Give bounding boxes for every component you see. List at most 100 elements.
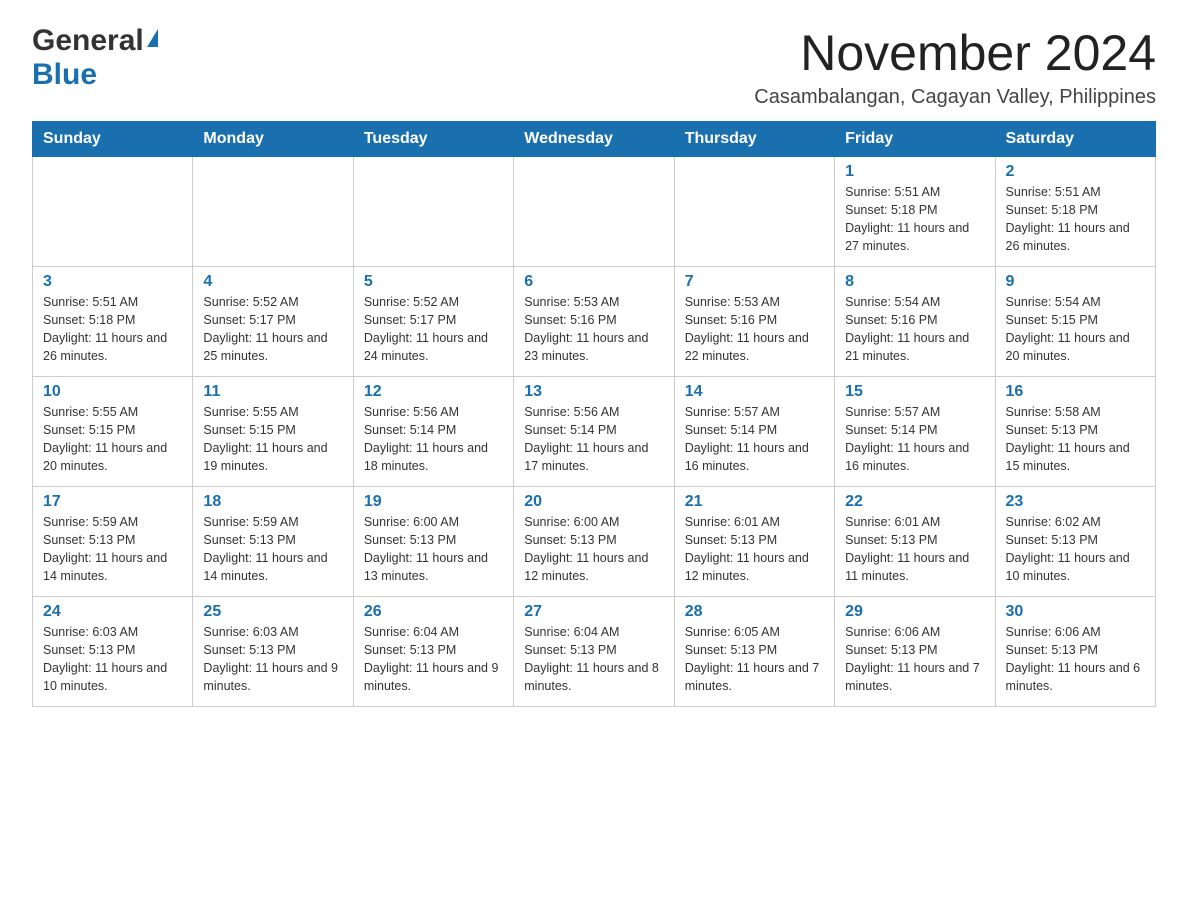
calendar-day-header: Sunday	[33, 122, 193, 157]
calendar-cell: 17 Sunrise: 5:59 AM Sunset: 5:13 PM Dayli…	[33, 487, 193, 597]
day-number: 10	[43, 383, 182, 401]
calendar-cell: 18Sunrise: 5:59 AM Sunset: 5:13 PM Dayli…	[193, 487, 353, 597]
day-number: 13	[524, 383, 663, 401]
day-info: Sunrise: 6:06 AM Sunset: 5:13 PM Dayligh…	[845, 623, 984, 696]
day-info: Sunrise: 5:54 AM Sunset: 5:15 PM Dayligh…	[1006, 293, 1145, 366]
calendar-day-header: Tuesday	[353, 122, 513, 157]
day-number: 2	[1006, 163, 1145, 181]
calendar-cell	[514, 157, 674, 267]
calendar-week-row: 17 Sunrise: 5:59 AM Sunset: 5:13 PM Dayli…	[33, 487, 1156, 597]
calendar-week-row: 10 Sunrise: 5:55 AM Sunset: 5:15 PM Dayli…	[33, 377, 1156, 487]
day-number: 11	[203, 383, 342, 401]
calendar-cell: 30 Sunrise: 6:06 AM Sunset: 5:13 PM Dayli…	[995, 597, 1155, 707]
calendar-cell: 7 Sunrise: 5:53 AM Sunset: 5:16 PM Daylig…	[674, 267, 834, 377]
day-number: 15	[845, 383, 984, 401]
calendar-cell: 26 Sunrise: 6:04 AM Sunset: 5:13 PM Dayli…	[353, 597, 513, 707]
day-info: Sunrise: 6:04 AM Sunset: 5:13 PM Dayligh…	[364, 623, 503, 696]
day-number: 19	[364, 493, 503, 511]
day-info: Sunrise: 5:58 AM Sunset: 5:13 PM Dayligh…	[1006, 403, 1145, 476]
calendar-week-row: 3 Sunrise: 5:51 AM Sunset: 5:18 PM Daylig…	[33, 267, 1156, 377]
day-number: 28	[685, 603, 824, 621]
calendar-cell: 21 Sunrise: 6:01 AM Sunset: 5:13 PM Dayli…	[674, 487, 834, 597]
calendar-week-row: 1 Sunrise: 5:51 AM Sunset: 5:18 PM Daylig…	[33, 157, 1156, 267]
month-year-title: November 2024	[754, 24, 1156, 82]
logo: General Blue	[32, 24, 158, 92]
day-info: Sunrise: 5:59 AM Sunset: 5:13 PM Dayligh…	[203, 513, 342, 586]
day-info: Sunrise: 5:54 AM Sunset: 5:16 PM Dayligh…	[845, 293, 984, 366]
calendar-day-header: Saturday	[995, 122, 1155, 157]
day-number: 9	[1006, 273, 1145, 291]
day-info: Sunrise: 6:05 AM Sunset: 5:13 PM Dayligh…	[685, 623, 824, 696]
calendar-table: SundayMondayTuesdayWednesdayThursdayFrid…	[32, 121, 1156, 707]
day-number: 20	[524, 493, 663, 511]
calendar-cell: 4 Sunrise: 5:52 AM Sunset: 5:17 PM Daylig…	[193, 267, 353, 377]
calendar-header-row: SundayMondayTuesdayWednesdayThursdayFrid…	[33, 122, 1156, 157]
calendar-cell: 5Sunrise: 5:52 AM Sunset: 5:17 PM Daylig…	[353, 267, 513, 377]
day-info: Sunrise: 5:51 AM Sunset: 5:18 PM Dayligh…	[845, 183, 984, 256]
title-block: November 2024 Casambalangan, Cagayan Val…	[754, 24, 1156, 109]
calendar-cell: 3 Sunrise: 5:51 AM Sunset: 5:18 PM Daylig…	[33, 267, 193, 377]
calendar-cell: 13 Sunrise: 5:56 AM Sunset: 5:14 PM Dayli…	[514, 377, 674, 487]
calendar-cell: 8 Sunrise: 5:54 AM Sunset: 5:16 PM Daylig…	[835, 267, 995, 377]
day-info: Sunrise: 5:52 AM Sunset: 5:17 PM Dayligh…	[364, 293, 503, 366]
calendar-cell: 6 Sunrise: 5:53 AM Sunset: 5:16 PM Daylig…	[514, 267, 674, 377]
logo-general-text: General	[32, 24, 144, 58]
day-number: 14	[685, 383, 824, 401]
day-number: 4	[203, 273, 342, 291]
day-info: Sunrise: 5:53 AM Sunset: 5:16 PM Dayligh…	[524, 293, 663, 366]
day-info: Sunrise: 6:01 AM Sunset: 5:13 PM Dayligh…	[685, 513, 824, 586]
day-info: Sunrise: 5:51 AM Sunset: 5:18 PM Dayligh…	[43, 293, 182, 366]
page-header: General Blue November 2024 Casambalangan…	[32, 24, 1156, 109]
calendar-cell: 22Sunrise: 6:01 AM Sunset: 5:13 PM Dayli…	[835, 487, 995, 597]
calendar-cell: 20 Sunrise: 6:00 AM Sunset: 5:13 PM Dayli…	[514, 487, 674, 597]
day-number: 8	[845, 273, 984, 291]
calendar-cell	[193, 157, 353, 267]
day-number: 24	[43, 603, 182, 621]
calendar-cell: 11Sunrise: 5:55 AM Sunset: 5:15 PM Dayli…	[193, 377, 353, 487]
calendar-cell: 14 Sunrise: 5:57 AM Sunset: 5:14 PM Dayli…	[674, 377, 834, 487]
day-info: Sunrise: 6:03 AM Sunset: 5:13 PM Dayligh…	[43, 623, 182, 696]
day-info: Sunrise: 5:53 AM Sunset: 5:16 PM Dayligh…	[685, 293, 824, 366]
calendar-cell: 9 Sunrise: 5:54 AM Sunset: 5:15 PM Daylig…	[995, 267, 1155, 377]
day-number: 3	[43, 273, 182, 291]
day-number: 1	[845, 163, 984, 181]
day-info: Sunrise: 6:02 AM Sunset: 5:13 PM Dayligh…	[1006, 513, 1145, 586]
day-info: Sunrise: 6:00 AM Sunset: 5:13 PM Dayligh…	[524, 513, 663, 586]
day-info: Sunrise: 6:00 AM Sunset: 5:13 PM Dayligh…	[364, 513, 503, 586]
day-number: 7	[685, 273, 824, 291]
calendar-cell	[674, 157, 834, 267]
calendar-cell: 19 Sunrise: 6:00 AM Sunset: 5:13 PM Dayli…	[353, 487, 513, 597]
day-info: Sunrise: 5:56 AM Sunset: 5:14 PM Dayligh…	[364, 403, 503, 476]
day-number: 22	[845, 493, 984, 511]
logo-triangle-icon	[147, 29, 158, 47]
day-number: 25	[203, 603, 342, 621]
day-info: Sunrise: 5:59 AM Sunset: 5:13 PM Dayligh…	[43, 513, 182, 586]
day-number: 27	[524, 603, 663, 621]
calendar-cell: 12 Sunrise: 5:56 AM Sunset: 5:14 PM Dayli…	[353, 377, 513, 487]
calendar-day-header: Monday	[193, 122, 353, 157]
day-number: 21	[685, 493, 824, 511]
day-info: Sunrise: 6:06 AM Sunset: 5:13 PM Dayligh…	[1006, 623, 1145, 696]
day-info: Sunrise: 6:04 AM Sunset: 5:13 PM Dayligh…	[524, 623, 663, 696]
day-number: 26	[364, 603, 503, 621]
day-number: 29	[845, 603, 984, 621]
day-info: Sunrise: 5:55 AM Sunset: 5:15 PM Dayligh…	[43, 403, 182, 476]
calendar-cell	[33, 157, 193, 267]
calendar-cell: 25 Sunrise: 6:03 AM Sunset: 5:13 PM Dayli…	[193, 597, 353, 707]
calendar-cell: 15Sunrise: 5:57 AM Sunset: 5:14 PM Dayli…	[835, 377, 995, 487]
day-number: 30	[1006, 603, 1145, 621]
calendar-cell: 23Sunrise: 6:02 AM Sunset: 5:13 PM Dayli…	[995, 487, 1155, 597]
day-info: Sunrise: 6:03 AM Sunset: 5:13 PM Dayligh…	[203, 623, 342, 696]
day-number: 6	[524, 273, 663, 291]
day-info: Sunrise: 5:51 AM Sunset: 5:18 PM Dayligh…	[1006, 183, 1145, 256]
day-info: Sunrise: 5:52 AM Sunset: 5:17 PM Dayligh…	[203, 293, 342, 366]
day-number: 12	[364, 383, 503, 401]
day-info: Sunrise: 5:57 AM Sunset: 5:14 PM Dayligh…	[685, 403, 824, 476]
calendar-cell: 27 Sunrise: 6:04 AM Sunset: 5:13 PM Dayli…	[514, 597, 674, 707]
calendar-cell	[353, 157, 513, 267]
day-info: Sunrise: 5:56 AM Sunset: 5:14 PM Dayligh…	[524, 403, 663, 476]
calendar-week-row: 24 Sunrise: 6:03 AM Sunset: 5:13 PM Dayli…	[33, 597, 1156, 707]
day-number: 17	[43, 493, 182, 511]
calendar-cell: 10 Sunrise: 5:55 AM Sunset: 5:15 PM Dayli…	[33, 377, 193, 487]
calendar-cell: 2 Sunrise: 5:51 AM Sunset: 5:18 PM Daylig…	[995, 157, 1155, 267]
